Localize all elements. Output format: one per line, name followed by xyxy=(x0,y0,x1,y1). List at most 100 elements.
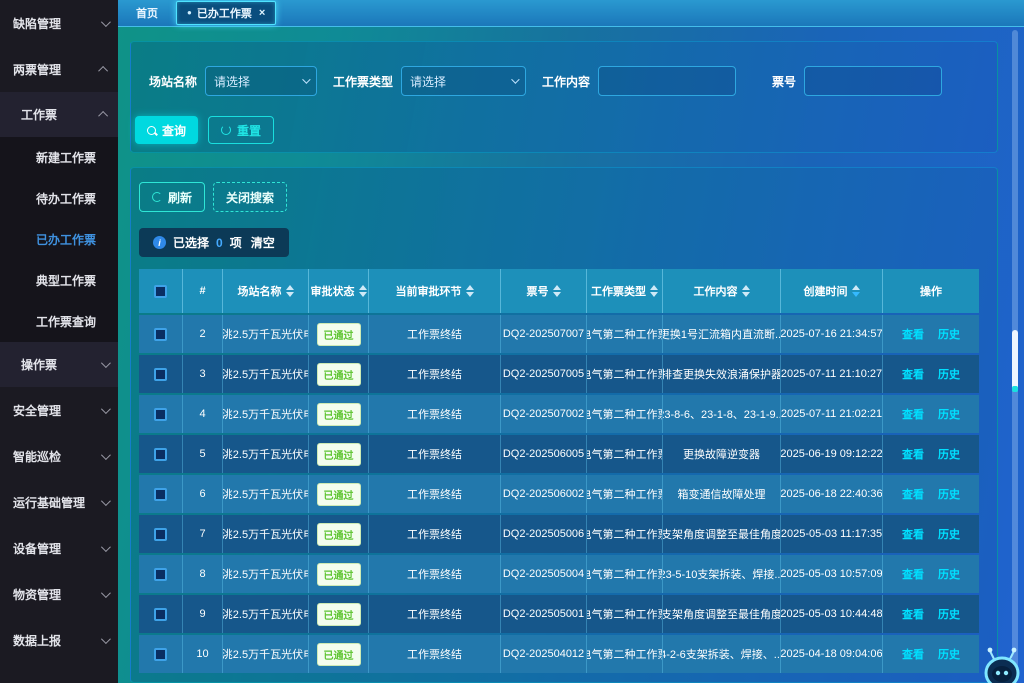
close-search-button[interactable]: 关闭搜索 xyxy=(213,182,287,212)
sidebar-item-13[interactable]: 物资管理 xyxy=(0,571,118,617)
view-link[interactable]: 查看 xyxy=(902,606,924,622)
tab-home[interactable]: 首页 xyxy=(126,2,168,24)
status-badge: 已通过 xyxy=(317,603,361,626)
refresh-button[interactable]: 刷新 xyxy=(139,182,205,212)
sidebar-item-12[interactable]: 设备管理 xyxy=(0,525,118,571)
sidebar-item-0[interactable]: 缺陷管理 xyxy=(0,0,118,46)
view-link[interactable]: 查看 xyxy=(902,326,924,342)
sidebar: 缺陷管理两票管理工作票新建工作票待办工作票已办工作票典型工作票工作票查询操作票安… xyxy=(0,0,118,683)
cell-station: 临洮2.5万千瓦光伏电.. xyxy=(223,395,309,433)
history-link[interactable]: 历史 xyxy=(938,646,960,662)
view-link[interactable]: 查看 xyxy=(902,366,924,382)
sidebar-item-11[interactable]: 运行基础管理 xyxy=(0,479,118,525)
history-link[interactable]: 历史 xyxy=(938,326,960,342)
column-header-type[interactable]: 工作票类型 xyxy=(587,269,663,313)
sort-icon[interactable] xyxy=(359,285,367,297)
sidebar-item-3[interactable]: 新建工作票 xyxy=(0,137,118,178)
sidebar-item-label: 物资管理 xyxy=(13,586,61,603)
vertical-scrollbar xyxy=(1012,30,1018,678)
query-button[interactable]: 查询 xyxy=(135,116,198,144)
cell-station: 临洮2.5万千瓦光伏电.. xyxy=(223,635,309,673)
sidebar-item-label: 待办工作票 xyxy=(36,190,96,207)
history-link[interactable]: 历史 xyxy=(938,486,960,502)
history-link[interactable]: 历史 xyxy=(938,606,960,622)
row-checkbox[interactable] xyxy=(154,488,167,501)
ticket-no-input[interactable] xyxy=(813,74,933,88)
column-label: 工作内容 xyxy=(694,283,738,299)
work-content-input[interactable] xyxy=(607,74,727,88)
station-name-select[interactable]: 请选择 xyxy=(205,66,317,96)
work-content-label: 工作内容 xyxy=(542,73,590,90)
sidebar-item-1[interactable]: 两票管理 xyxy=(0,46,118,92)
tab-close-icon[interactable]: × xyxy=(259,7,265,19)
column-header-status[interactable]: 审批状态 xyxy=(309,269,369,313)
cell-status: 已通过 xyxy=(309,475,369,513)
sidebar-item-10[interactable]: 智能巡检 xyxy=(0,433,118,479)
tab-done-worktickets[interactable]: ● 已办工作票 × xyxy=(176,1,276,25)
cell-idx: 4 xyxy=(183,395,223,433)
vertical-scrollbar-thumb[interactable] xyxy=(1012,330,1018,392)
row-checkbox[interactable] xyxy=(154,328,167,341)
reset-button[interactable]: 重置 xyxy=(208,116,274,144)
cell-station: 临洮2.5万千瓦光伏电.. xyxy=(223,315,309,353)
cell-station: 临洮2.5万千瓦光伏电.. xyxy=(223,355,309,393)
column-header-created[interactable]: 创建时间 xyxy=(781,269,883,313)
cell-created: 2025-05-03 11:17:35 xyxy=(781,515,883,553)
sort-icon[interactable] xyxy=(466,285,474,297)
assistant-robot-icon[interactable] xyxy=(980,645,1024,683)
history-link[interactable]: 历史 xyxy=(938,446,960,462)
history-link[interactable]: 历史 xyxy=(938,406,960,422)
column-header-station[interactable]: 场站名称 xyxy=(223,269,309,313)
sort-icon[interactable] xyxy=(650,285,658,297)
ticket-no-label: 票号 xyxy=(772,73,796,90)
sort-icon[interactable] xyxy=(742,285,750,297)
cell-ticket: DQ2-202507002 xyxy=(501,395,587,433)
sidebar-item-5[interactable]: 已办工作票 xyxy=(0,219,118,260)
cell-status: 已通过 xyxy=(309,595,369,633)
cell-created: 2025-06-18 22:40:36 xyxy=(781,475,883,513)
sidebar-item-4[interactable]: 待办工作票 xyxy=(0,178,118,219)
row-checkbox[interactable] xyxy=(154,528,167,541)
clear-selection-link[interactable]: 清空 xyxy=(251,234,275,251)
ticket-type-label: 工作票类型 xyxy=(333,73,393,90)
sidebar-item-14[interactable]: 数据上报 xyxy=(0,617,118,663)
view-link[interactable]: 查看 xyxy=(902,646,924,662)
cell-idx: 3 xyxy=(183,355,223,393)
column-header-ticket[interactable]: 票号 xyxy=(501,269,587,313)
row-checkbox[interactable] xyxy=(154,408,167,421)
view-link[interactable]: 查看 xyxy=(902,526,924,542)
view-link[interactable]: 查看 xyxy=(902,566,924,582)
cell-content: 4-2-6支架拆装、焊接、... xyxy=(663,635,781,673)
sidebar-item-9[interactable]: 安全管理 xyxy=(0,387,118,433)
search-buttons-row: 查询 重置 xyxy=(133,116,981,144)
row-checkbox[interactable] xyxy=(154,568,167,581)
cell-idx: 10 xyxy=(183,635,223,673)
history-link[interactable]: 历史 xyxy=(938,566,960,582)
sort-icon[interactable] xyxy=(286,285,294,297)
sidebar-item-2[interactable]: 工作票 xyxy=(0,92,118,137)
view-link[interactable]: 查看 xyxy=(902,486,924,502)
select-all-checkbox[interactable] xyxy=(154,285,167,298)
column-header-content[interactable]: 工作内容 xyxy=(663,269,781,313)
view-link[interactable]: 查看 xyxy=(902,406,924,422)
sidebar-item-7[interactable]: 工作票查询 xyxy=(0,301,118,342)
row-checkbox[interactable] xyxy=(154,368,167,381)
column-header-step[interactable]: 当前审批环节 xyxy=(369,269,501,313)
row-checkbox[interactable] xyxy=(154,608,167,621)
row-checkbox[interactable] xyxy=(154,448,167,461)
history-link[interactable]: 历史 xyxy=(938,366,960,382)
view-link[interactable]: 查看 xyxy=(902,446,924,462)
cell-created: 2025-04-18 09:04:06 xyxy=(781,635,883,673)
cell-type: 电气第二种工作票 xyxy=(587,635,663,673)
history-link[interactable]: 历史 xyxy=(938,526,960,542)
cell-status: 已通过 xyxy=(309,635,369,673)
sort-icon[interactable] xyxy=(553,285,561,297)
sidebar-item-8[interactable]: 操作票 xyxy=(0,342,118,387)
sort-icon[interactable] xyxy=(852,285,860,297)
sidebar-item-6[interactable]: 典型工作票 xyxy=(0,260,118,301)
table-row: 8临洮2.5万千瓦光伏电..已通过工作票终结DQ2-202505004电气第二种… xyxy=(139,555,979,593)
cell-station: 临洮2.5万千瓦光伏电.. xyxy=(223,475,309,513)
ticket-no-field-wrap xyxy=(804,66,942,96)
ticket-type-select[interactable]: 请选择 xyxy=(401,66,526,96)
row-checkbox[interactable] xyxy=(154,648,167,661)
